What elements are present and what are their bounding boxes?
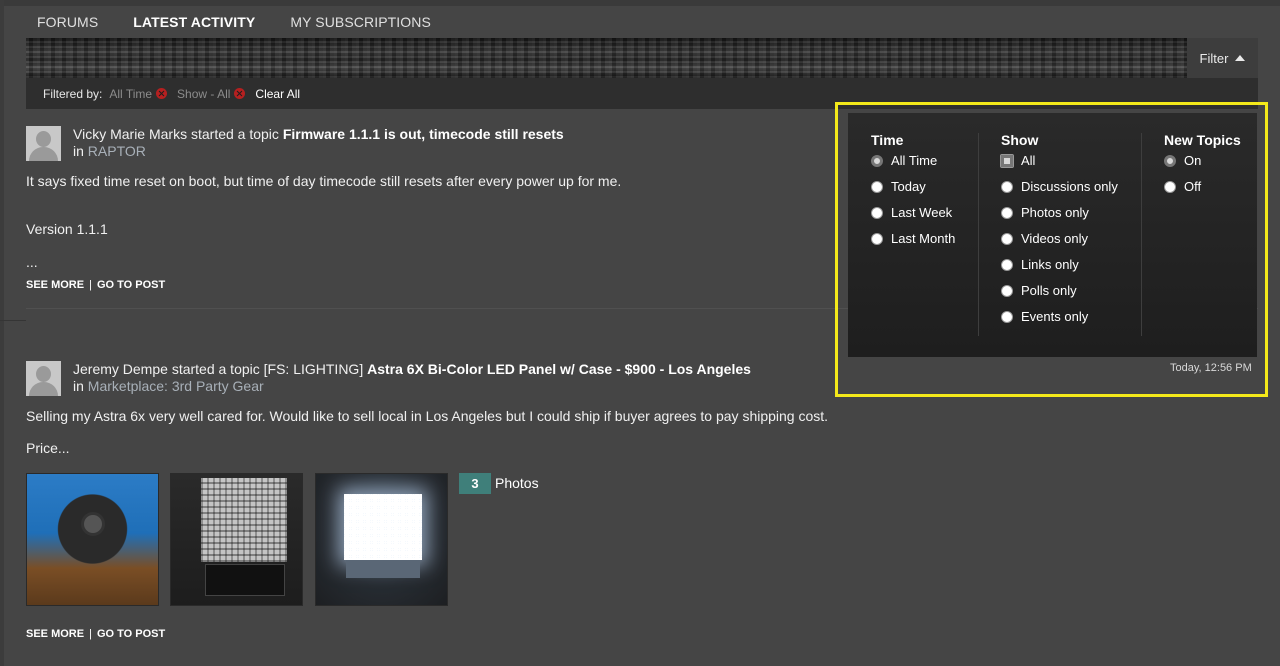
filter-chip-time-label: All Time [109, 86, 153, 101]
tab-bar: FORUMS LATEST ACTIVITY MY SUBSCRIPTIONS [26, 6, 455, 38]
see-more-link[interactable]: SEE MORE [26, 279, 84, 291]
post-headline: Vicky Marie Marks started a topic Firmwa… [73, 126, 564, 143]
topic-title-link[interactable]: Astra 6X Bi-Color LED Panel w/ Case - $9… [367, 361, 751, 377]
forum-link[interactable]: Marketplace: 3rd Party Gear [88, 378, 264, 394]
forum-link[interactable]: RAPTOR [88, 143, 146, 159]
post-forum-line: in Marketplace: 3rd Party Gear [73, 378, 264, 395]
go-to-post-link[interactable]: GO TO POST [97, 279, 165, 291]
in-label: in [73, 143, 84, 159]
post-action: started a topic [171, 361, 260, 377]
go-to-post-link[interactable]: GO TO POST [97, 628, 165, 640]
avatar[interactable] [26, 126, 61, 161]
post-excerpt-ellipsis: ... [26, 254, 38, 270]
actions-separator: | [89, 279, 92, 291]
highlight-box [835, 102, 1268, 397]
tab-latest-activity[interactable]: LATEST ACTIVITY [133, 14, 255, 30]
clear-all-link[interactable]: Clear All [255, 87, 300, 101]
filter-button-label: Filter [1199, 50, 1229, 66]
see-more-link[interactable]: SEE MORE [26, 628, 84, 640]
photo-count-badge[interactable]: 3 [459, 473, 491, 494]
photos-link[interactable]: Photos [495, 475, 539, 491]
filter-chip-show: Show - All [177, 86, 246, 101]
post-action: started a topic [190, 126, 279, 142]
author-link[interactable]: Jeremy Dempe [73, 361, 168, 377]
filter-chip-show-label: Show - All [177, 86, 231, 101]
post-actions: SEE MORE | GO TO POST [26, 279, 165, 291]
filtered-by-label: Filtered by: [43, 86, 103, 101]
post-excerpt-line: Selling my Astra 6x very well cared for.… [26, 408, 829, 424]
post-forum-line: in RAPTOR [73, 143, 146, 160]
actions-separator: | [89, 628, 92, 640]
tab-forums[interactable]: FORUMS [37, 14, 98, 30]
left-border [0, 0, 4, 666]
avatar[interactable] [26, 361, 61, 396]
tab-my-subscriptions[interactable]: MY SUBSCRIPTIONS [290, 14, 431, 30]
filter-button[interactable]: Filter [1187, 38, 1258, 78]
post-actions: SEE MORE | GO TO POST [26, 628, 165, 640]
post-excerpt-line: Price... [26, 440, 70, 456]
photo-thumbnail[interactable] [315, 473, 448, 606]
header-banner [26, 38, 1187, 78]
topic-title-link[interactable]: Firmware 1.1.1 is out, timecode still re… [283, 126, 564, 142]
remove-filter-icon[interactable] [156, 88, 168, 99]
post-divider [0, 320, 26, 321]
post-excerpt-line: It says fixed time reset on boot, but ti… [26, 173, 622, 189]
filter-chip-time: All Time [109, 86, 168, 101]
post-headline: Jeremy Dempe started a topic [FS: LIGHTI… [73, 361, 751, 378]
post-excerpt-line: Version 1.1.1 [26, 221, 108, 237]
photo-thumbnail[interactable] [26, 473, 159, 606]
author-link[interactable]: Vicky Marie Marks [73, 126, 187, 142]
in-label: in [73, 378, 84, 394]
caret-up-icon [1235, 55, 1246, 61]
remove-filter-icon[interactable] [234, 88, 246, 99]
topic-prefix: [FS: LIGHTING] [263, 361, 364, 377]
photo-thumbnail[interactable] [170, 473, 303, 606]
